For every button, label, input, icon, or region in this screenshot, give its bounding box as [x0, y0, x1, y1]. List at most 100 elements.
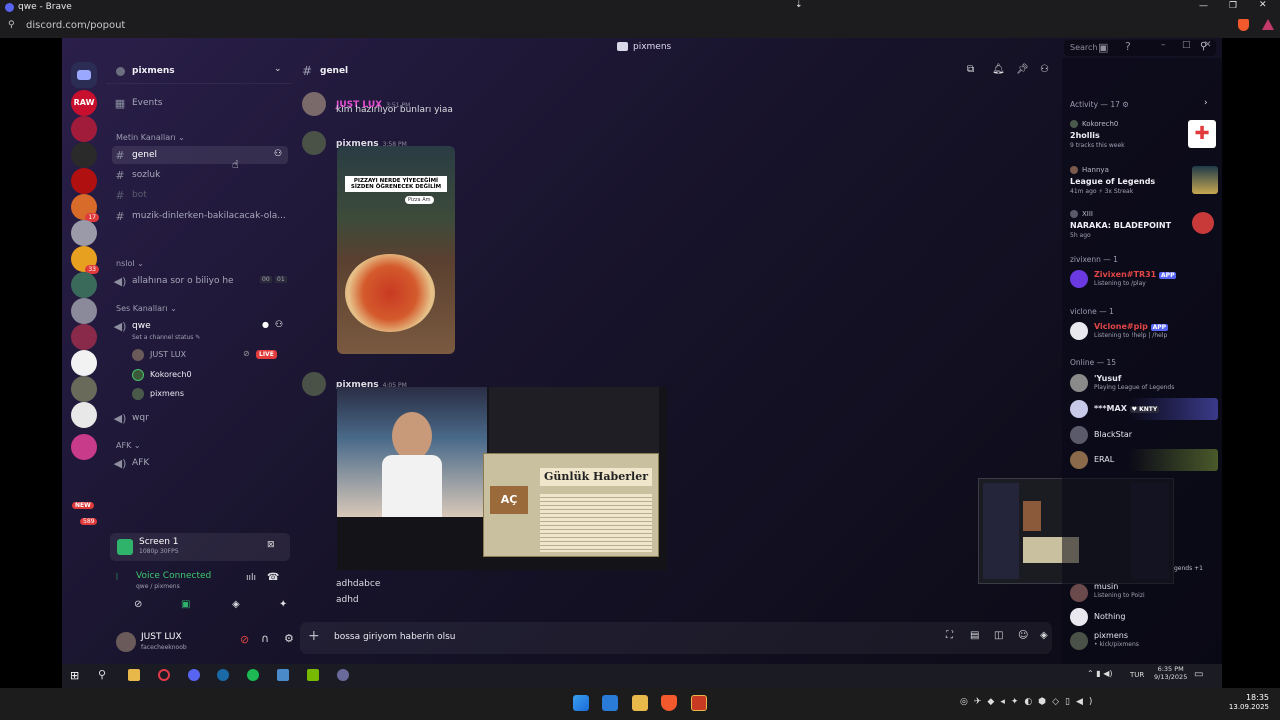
member-item[interactable]: ***MAX ♥ KNTY	[1070, 398, 1218, 420]
avatar[interactable]	[302, 92, 326, 116]
member-list-icon[interactable]: ⚇	[1040, 64, 1049, 75]
server-icon[interactable]: RAW	[71, 90, 97, 116]
server-icon[interactable]: 33	[71, 246, 99, 274]
avatar[interactable]	[302, 131, 326, 155]
chat-icon[interactable]: ●	[262, 320, 269, 329]
voice-channel-wqr[interactable]: ◀) wqr	[112, 409, 288, 427]
category-afk[interactable]: AFK ⌄	[116, 441, 141, 450]
bell-icon[interactable]: 🔔︎	[992, 64, 1005, 75]
server-header[interactable]: pixmens ⌄	[106, 58, 292, 84]
notifications-icon[interactable]: ▭	[1194, 669, 1203, 680]
search-icon[interactable]: ⚲	[1200, 41, 1207, 52]
server-icon[interactable]	[71, 298, 97, 324]
app-icon[interactable]	[277, 669, 289, 681]
voice-channel-afk[interactable]: ◀) AFK	[112, 454, 288, 472]
nvidia-icon[interactable]	[307, 669, 319, 681]
activity-item[interactable]: XIII NARAKA: BLADEPOINT 5h ago	[1070, 208, 1218, 242]
channel-status[interactable]: Set a channel status ✎	[132, 334, 200, 341]
channel-genel[interactable]: # genel ⚇	[112, 146, 288, 164]
voice-user-kokorech0[interactable]: Kokorech0	[132, 368, 282, 384]
voice-user-pixmens[interactable]: pixmens	[132, 387, 282, 403]
category-nslol[interactable]: nslol ⌄	[116, 259, 144, 268]
apps-icon[interactable]: ◈	[1040, 630, 1048, 641]
search-box[interactable]: Search ⚲	[1064, 40, 1216, 56]
noise-suppression-icon[interactable]: ıılı	[246, 573, 256, 583]
user-name[interactable]: JUST LUX	[141, 632, 182, 642]
activity-item[interactable]: Kokorech0 2hollis 9 tracks this week ✚	[1070, 118, 1218, 152]
disconnect-icon[interactable]: ☎	[267, 572, 279, 583]
add-member-icon[interactable]: ⚇	[275, 320, 283, 330]
brave-icon[interactable]	[661, 695, 677, 711]
camera-off-icon[interactable]: ⊘	[134, 599, 142, 610]
search-icon[interactable]: ⚲	[98, 668, 106, 681]
tray-icons[interactable]: ⌃ ▮ ◀)	[1087, 669, 1112, 678]
discord-icon[interactable]	[188, 669, 200, 681]
chevron-down-icon[interactable]: ⌄	[274, 64, 282, 74]
server-icon[interactable]	[71, 168, 97, 194]
channel-sozluk[interactable]: # sozluk	[112, 166, 288, 184]
steam-icon[interactable]	[217, 669, 229, 681]
widgets-icon[interactable]	[602, 695, 618, 711]
member-item[interactable]: ERAL	[1070, 449, 1218, 471]
start-icon[interactable]: ⊞	[70, 669, 79, 682]
stream-panel[interactable]: Screen 1 1080p 30FPS ⊠	[110, 533, 290, 561]
brave-rewards-icon[interactable]	[1262, 19, 1274, 30]
sticker-icon[interactable]: ◫	[994, 630, 1003, 641]
voice-user-justlux[interactable]: JUST LUX ⊘ LIVE	[132, 348, 282, 364]
member-item[interactable]: 'Yusuf Playing League of Legends	[1070, 372, 1218, 394]
file-explorer-icon[interactable]	[128, 669, 140, 681]
category-text-channels[interactable]: Metin Kanalları ⌄	[116, 133, 185, 142]
muted-mic-icon[interactable]: ⊘	[240, 633, 249, 646]
avatar[interactable]	[302, 372, 326, 396]
server-icon[interactable]	[71, 272, 97, 298]
threads-icon[interactable]: ⧉	[967, 64, 974, 75]
soundboard-icon[interactable]: ✦	[279, 599, 287, 610]
category-voice-channels[interactable]: Ses Kanalları ⌄	[116, 304, 177, 313]
search-input[interactable]: Search	[1070, 43, 1097, 52]
start-icon[interactable]	[573, 695, 589, 711]
headphones-icon[interactable]: ∩	[261, 632, 269, 645]
attach-plus-icon[interactable]: +	[308, 628, 320, 644]
minimize-icon[interactable]: —	[1199, 1, 1208, 11]
voice-status[interactable]: Voice Connected	[136, 571, 211, 581]
member-item[interactable]: Zivixen#TR31 APP Listening to /play	[1070, 268, 1218, 290]
server-icon[interactable]	[71, 350, 97, 376]
server-icon[interactable]	[71, 402, 97, 428]
system-tray-icons[interactable]: ◎✈◆◂✦◐⬢◇▯◀)	[960, 697, 1098, 707]
server-icon[interactable]	[71, 324, 97, 350]
voice-channel-allahina[interactable]: ◀) allahına sor o biliyo he 00 01	[112, 272, 288, 290]
activity-item[interactable]: Hannya League of Legends 41m ago ⚡ 3x St…	[1070, 164, 1218, 198]
home-icon[interactable]	[71, 62, 97, 88]
drag-handle-icon[interactable]: ⇣	[795, 0, 803, 10]
file-explorer-icon[interactable]	[632, 695, 648, 711]
pin-icon[interactable]: 📌︎	[1016, 64, 1029, 75]
close-icon[interactable]: ✕	[1259, 0, 1267, 10]
member-item[interactable]: musin Listening to Poizi	[1070, 582, 1218, 604]
opera-icon[interactable]	[158, 669, 170, 681]
server-icon[interactable]	[71, 220, 97, 246]
channel-bot[interactable]: # bot	[112, 186, 288, 204]
brave-shield-icon[interactable]	[1238, 19, 1249, 31]
member-item[interactable]: BlackStar	[1070, 424, 1218, 446]
emoji-icon[interactable]: ☺	[1018, 630, 1028, 641]
pizza-image[interactable]: PIZZAYI NERDE YİYECEĞİMİ SİZDEN ÖĞRENECE…	[337, 146, 455, 354]
member-item[interactable]: pixmens • kick/pixmens	[1070, 630, 1218, 652]
inner-clock[interactable]: 6:35 PM 9/13/2025	[1154, 665, 1187, 681]
screenshot-image[interactable]: AÇ Günlük Haberler	[337, 387, 667, 570]
spotify-icon[interactable]	[247, 669, 259, 681]
activity-icon[interactable]: ◈	[232, 599, 240, 610]
share-screen-icon[interactable]: ▣	[181, 599, 190, 610]
user-avatar[interactable]	[116, 632, 136, 652]
app-icon[interactable]	[691, 695, 707, 711]
chevron-right-icon[interactable]: ›	[1204, 98, 1208, 108]
voice-channel-qwe[interactable]: ◀) qwe ● ⚇	[112, 317, 288, 335]
site-info-icon[interactable]: ⚲	[8, 20, 15, 30]
activity-header[interactable]: Activity — 17 ⚙	[1070, 100, 1129, 109]
server-icon[interactable]	[71, 142, 97, 168]
server-icon[interactable]	[71, 434, 97, 460]
maximize-icon[interactable]: ❐	[1229, 1, 1237, 11]
member-item[interactable]: Nothing	[1070, 606, 1218, 628]
events-item[interactable]: ▦ Events	[112, 94, 288, 112]
url-text[interactable]: discord.com/popout	[26, 20, 125, 31]
language-indicator[interactable]: TUR	[1130, 671, 1144, 679]
